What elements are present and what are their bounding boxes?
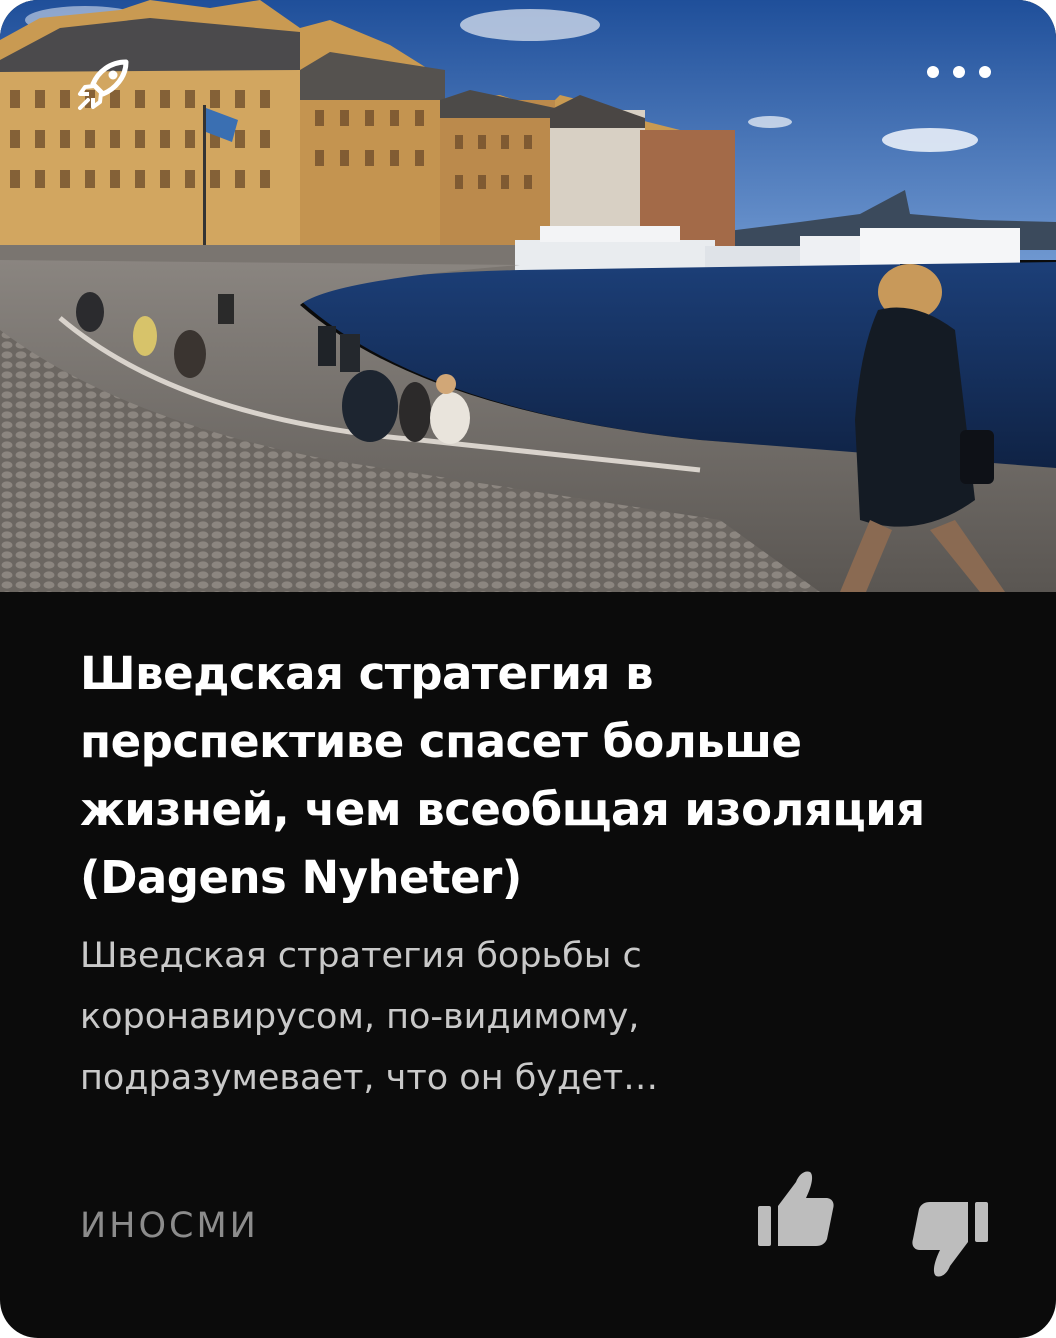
more-menu-button[interactable] xyxy=(916,52,1004,92)
article-photo[interactable] xyxy=(0,0,1056,592)
thumbs-down-icon xyxy=(912,1202,988,1277)
source-name[interactable]: ИНОСМИ xyxy=(80,1206,259,1246)
like-button[interactable] xyxy=(756,1168,836,1250)
article-content[interactable]: Шведская стратегия в перспективе спасет … xyxy=(80,640,980,1109)
thumbs-up-icon xyxy=(758,1171,834,1246)
article-title[interactable]: Шведская стратегия в перспективе спасет … xyxy=(80,640,980,912)
article-snippet[interactable]: Шведская стратегия борьбы с коронавирусо… xyxy=(80,926,840,1109)
rocket-icon xyxy=(78,59,129,110)
source-logo[interactable] xyxy=(76,56,136,112)
dislike-button[interactable] xyxy=(910,1198,990,1280)
news-card[interactable]: Шведская стратегия в перспективе спасет … xyxy=(0,0,1056,1338)
more-dots-icon xyxy=(927,66,991,78)
